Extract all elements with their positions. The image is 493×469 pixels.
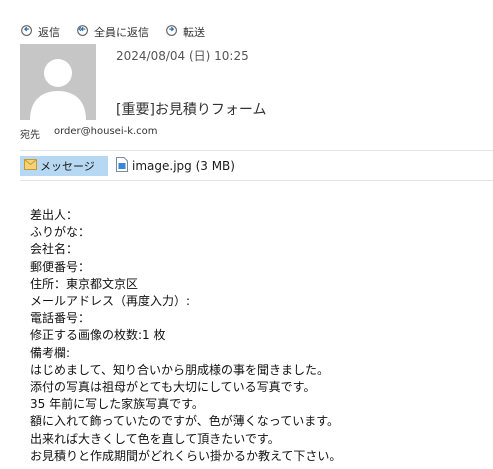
body-line: 修正する画像の枚数:1 枚 — [30, 328, 166, 343]
attachment-filename: image.jpg (3 MB) — [132, 159, 235, 173]
forward-label: 転送 — [183, 26, 205, 39]
attachment-image[interactable]: image.jpg (3 MB) — [116, 157, 235, 175]
message-subject: [重要]お見積りフォーム — [116, 102, 267, 118]
reply-icon — [20, 23, 35, 41]
message-tab[interactable]: メッセージ — [20, 156, 108, 176]
body-line: 額に入れて飾っていたのですが、色が薄くなっています。 — [30, 414, 340, 429]
envelope-icon — [24, 159, 37, 173]
body-line: 35 年前に写した家族写真です。 — [30, 397, 204, 412]
body-line: はじめまして、知り合いから朋成様の事を聞きました。 — [30, 362, 330, 377]
recipient-row: 宛先 order@housei-k.com — [20, 126, 158, 141]
message-tab-label: メッセージ — [40, 160, 95, 173]
sender-avatar — [20, 44, 96, 120]
to-address[interactable]: order@housei-k.com — [54, 126, 158, 141]
divider — [20, 150, 493, 151]
body-line: 備考欄: — [30, 345, 71, 360]
body-line: 差出人： — [30, 208, 79, 222]
body-line: 会社名： — [30, 242, 79, 257]
body-line: ふりがな： — [30, 225, 91, 240]
body-line: 出来れば大きくして色を直して頂きたいです。 — [30, 431, 280, 446]
person-silhouette-icon — [20, 44, 96, 120]
reply-all-button[interactable]: 全員に返信 — [76, 23, 149, 41]
body-line: 添付の写真は祖母がとても大切にしている写真です。 — [30, 380, 316, 395]
body-line: 電話番号： — [30, 311, 91, 326]
body-line: お見積りと作成期間がどれくらい掛かるか教えて下さい。 — [30, 448, 342, 463]
reply-button[interactable]: 返信 — [20, 23, 60, 41]
forward-icon — [165, 23, 180, 41]
reply-label: 返信 — [38, 26, 60, 39]
attachment-bar: メッセージ image.jpg (3 MB) — [20, 156, 235, 176]
forward-button[interactable]: 転送 — [165, 23, 205, 41]
body-line: メールアドレス（再度入力）: — [30, 294, 191, 309]
divider — [20, 180, 493, 181]
reply-all-icon — [76, 23, 91, 41]
body-line: 住所：東京都文京区 — [30, 276, 139, 291]
message-body: 差出人： ふりがな： 会社名： 郵便番号： 住所：東京都文京区 メールアドレス（… — [30, 207, 485, 465]
reply-all-label: 全員に返信 — [94, 26, 149, 39]
body-line: 郵便番号： — [30, 259, 91, 274]
to-label: 宛先 — [20, 130, 40, 141]
message-toolbar: 返信 全員に返信 転送 — [20, 22, 205, 42]
image-file-icon — [116, 157, 128, 175]
sent-datetime: 2024/08/04 (日) 10:25 — [116, 49, 249, 63]
